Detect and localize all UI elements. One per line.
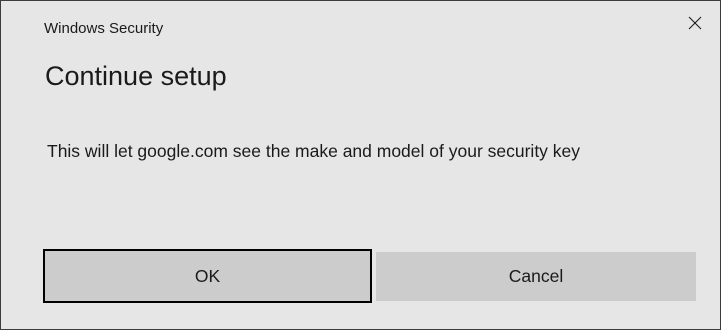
- dialog-message: This will let google.com see the make an…: [47, 141, 581, 161]
- cancel-button[interactable]: Cancel: [376, 252, 696, 301]
- close-button[interactable]: [681, 11, 709, 39]
- close-icon: [688, 16, 702, 35]
- windows-security-dialog: Windows Security Continue setup This wil…: [0, 0, 721, 330]
- cancel-button-label: Cancel: [508, 266, 564, 286]
- dialog-caption: Windows Security: [44, 20, 164, 37]
- ok-button[interactable]: OK: [43, 249, 372, 303]
- ok-button-label: OK: [194, 265, 221, 286]
- dialog-title: Continue setup: [45, 61, 227, 91]
